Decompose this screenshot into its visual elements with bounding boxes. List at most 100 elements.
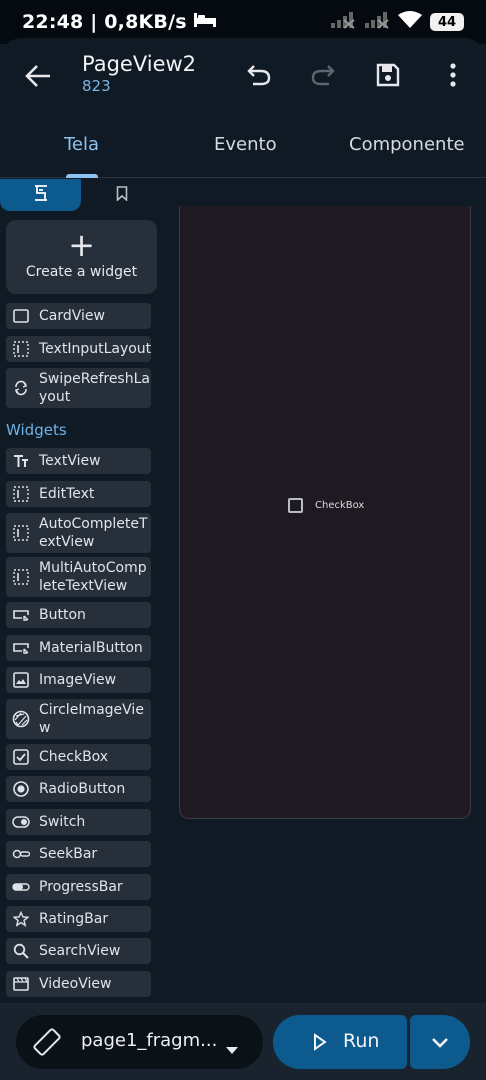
palette-item-cardview[interactable]: CardView — [6, 303, 151, 329]
canvas-checkbox[interactable]: CheckBox — [288, 498, 364, 513]
palette-item-materialbutton[interactable]: MaterialButton — [6, 635, 151, 661]
bookmarks-tab[interactable] — [81, 179, 162, 211]
widgets-tab[interactable] — [0, 179, 81, 211]
palette-item-multiautocompletetextview[interactable]: MultiAutoComp leteTextView — [6, 557, 151, 597]
circle-image-icon — [12, 710, 30, 728]
palette-item-label: ProgressBar — [39, 879, 123, 895]
dashed-box-icon — [12, 568, 30, 586]
palette-tabs — [0, 179, 162, 212]
design-canvas[interactable]: CheckBox — [179, 206, 471, 819]
palette-item-label: EditText — [39, 486, 95, 502]
palette-item-label: SwipeRefreshLa yout — [39, 371, 150, 405]
palette-item-textview[interactable]: TextView — [6, 448, 151, 474]
bed-icon — [193, 12, 217, 32]
create-widget-label: Create a widget — [25, 264, 138, 280]
palette-item-radiobutton[interactable]: RadioButton — [6, 776, 151, 802]
palette-item-ratingbar[interactable]: RatingBar — [6, 906, 151, 932]
bottom-bar: page1_fragm... Run — [0, 1003, 486, 1080]
video-icon — [12, 975, 30, 993]
palette-item-label: VideoView — [39, 976, 112, 992]
create-widget-button[interactable]: + Create a widget — [6, 220, 157, 294]
main-tabs: Tela Evento Componente — [0, 110, 486, 178]
palette-item-swiperefreshlayout[interactable]: SwipeRefreshLa yout — [6, 368, 151, 408]
checkbox-box — [288, 498, 303, 513]
battery-icon: 44 — [430, 13, 464, 31]
palette-item-label: CardView — [39, 308, 105, 324]
widgets-tab-icon — [34, 184, 48, 206]
palette-item-progressbar[interactable]: ProgressBar — [6, 874, 151, 900]
plus-icon: + — [68, 226, 95, 264]
palette-item-label: SearchView — [39, 943, 121, 959]
dashed-box-icon — [12, 340, 30, 358]
tab-componente[interactable]: Componente — [349, 134, 465, 155]
status-time-speed: 22:48 | 0,8KB/s — [22, 11, 187, 33]
page-name: page1_fragm... — [81, 1030, 218, 1051]
palette-item-label: MaterialButton — [39, 640, 143, 656]
signal-off-icon — [330, 11, 356, 33]
button-icon — [12, 606, 30, 624]
palette-item-label: AutoCompleteT extView — [39, 516, 148, 550]
undo-icon[interactable] — [246, 62, 272, 92]
bookmark-icon — [116, 185, 128, 205]
palette-item-label: ImageView — [39, 672, 117, 688]
tab-indicator — [66, 174, 98, 178]
rotate-icon[interactable] — [32, 1027, 62, 1061]
search-icon — [12, 942, 30, 960]
palette-item-seekbar[interactable]: SeekBar — [6, 841, 151, 867]
tab-tela[interactable]: Tela — [64, 134, 99, 155]
progressbar-icon — [12, 878, 30, 896]
palette-item-searchview[interactable]: SearchView — [6, 938, 151, 964]
palette-item-label: RadioButton — [39, 781, 126, 797]
canvas-checkbox-label: CheckBox — [315, 500, 365, 511]
save-icon[interactable] — [375, 62, 401, 92]
radio-icon — [12, 780, 30, 798]
dropdown-icon — [226, 1039, 238, 1058]
switch-icon — [12, 813, 30, 831]
palette-item-label: SeekBar — [39, 846, 98, 862]
title-block: PageView2 823 — [82, 52, 196, 95]
tab-evento[interactable]: Evento — [214, 134, 277, 155]
redo-icon[interactable] — [310, 62, 336, 92]
palette-item-button[interactable]: Button — [6, 602, 151, 628]
wifi-icon — [398, 11, 422, 33]
text-icon — [12, 452, 30, 470]
dashed-box-icon — [12, 485, 30, 503]
button-icon — [12, 639, 30, 657]
palette-item-textinputlayout[interactable]: TextInputLayout — [6, 336, 151, 362]
page-title: PageView2 — [82, 52, 197, 76]
image-icon — [12, 671, 30, 689]
back-arrow-icon[interactable] — [24, 64, 52, 92]
palette-item-label: Button — [39, 607, 86, 623]
palette-item-videoview[interactable]: VideoView — [6, 971, 151, 997]
palette-item-label: CircleImageVie w — [39, 702, 144, 736]
seekbar-icon — [12, 845, 30, 863]
palette-item-circleimageview[interactable]: CircleImageVie w — [6, 699, 151, 739]
palette-item-edittext[interactable]: EditText — [6, 481, 151, 507]
app-bar: PageView2 823 — [0, 38, 486, 110]
checkbox-icon — [12, 748, 30, 766]
widgets-section-header: Widgets — [6, 421, 67, 439]
palette-item-label: RatingBar — [39, 911, 109, 927]
star-icon — [12, 910, 30, 928]
refresh-icon — [12, 379, 30, 397]
signal-off-icon — [364, 11, 390, 33]
palette-item-label: MultiAutoComp leteTextView — [39, 560, 147, 594]
dashed-box-icon — [12, 524, 30, 542]
palette-item-imageview[interactable]: ImageView — [6, 667, 151, 693]
palette-item-label: Switch — [39, 814, 86, 830]
palette-item-switch[interactable]: Switch — [6, 809, 151, 835]
palette-item-label: CheckBox — [39, 749, 109, 765]
run-button[interactable]: Run — [273, 1015, 407, 1069]
chevron-down-icon — [431, 1033, 449, 1052]
run-label: Run — [343, 1030, 380, 1052]
palette-item-label: TextView — [39, 453, 101, 469]
run-options-button[interactable] — [410, 1015, 470, 1069]
page-selector[interactable]: page1_fragm... — [16, 1015, 263, 1069]
palette-item-checkbox[interactable]: CheckBox — [6, 744, 151, 770]
play-icon — [313, 1033, 327, 1055]
more-vert-icon[interactable] — [448, 62, 458, 92]
palette-item-autocompletetextview[interactable]: AutoCompleteT extView — [6, 513, 151, 553]
project-id: 823 — [82, 77, 111, 95]
card-icon — [12, 307, 30, 325]
palette-item-label: TextInputLayout — [39, 341, 152, 357]
